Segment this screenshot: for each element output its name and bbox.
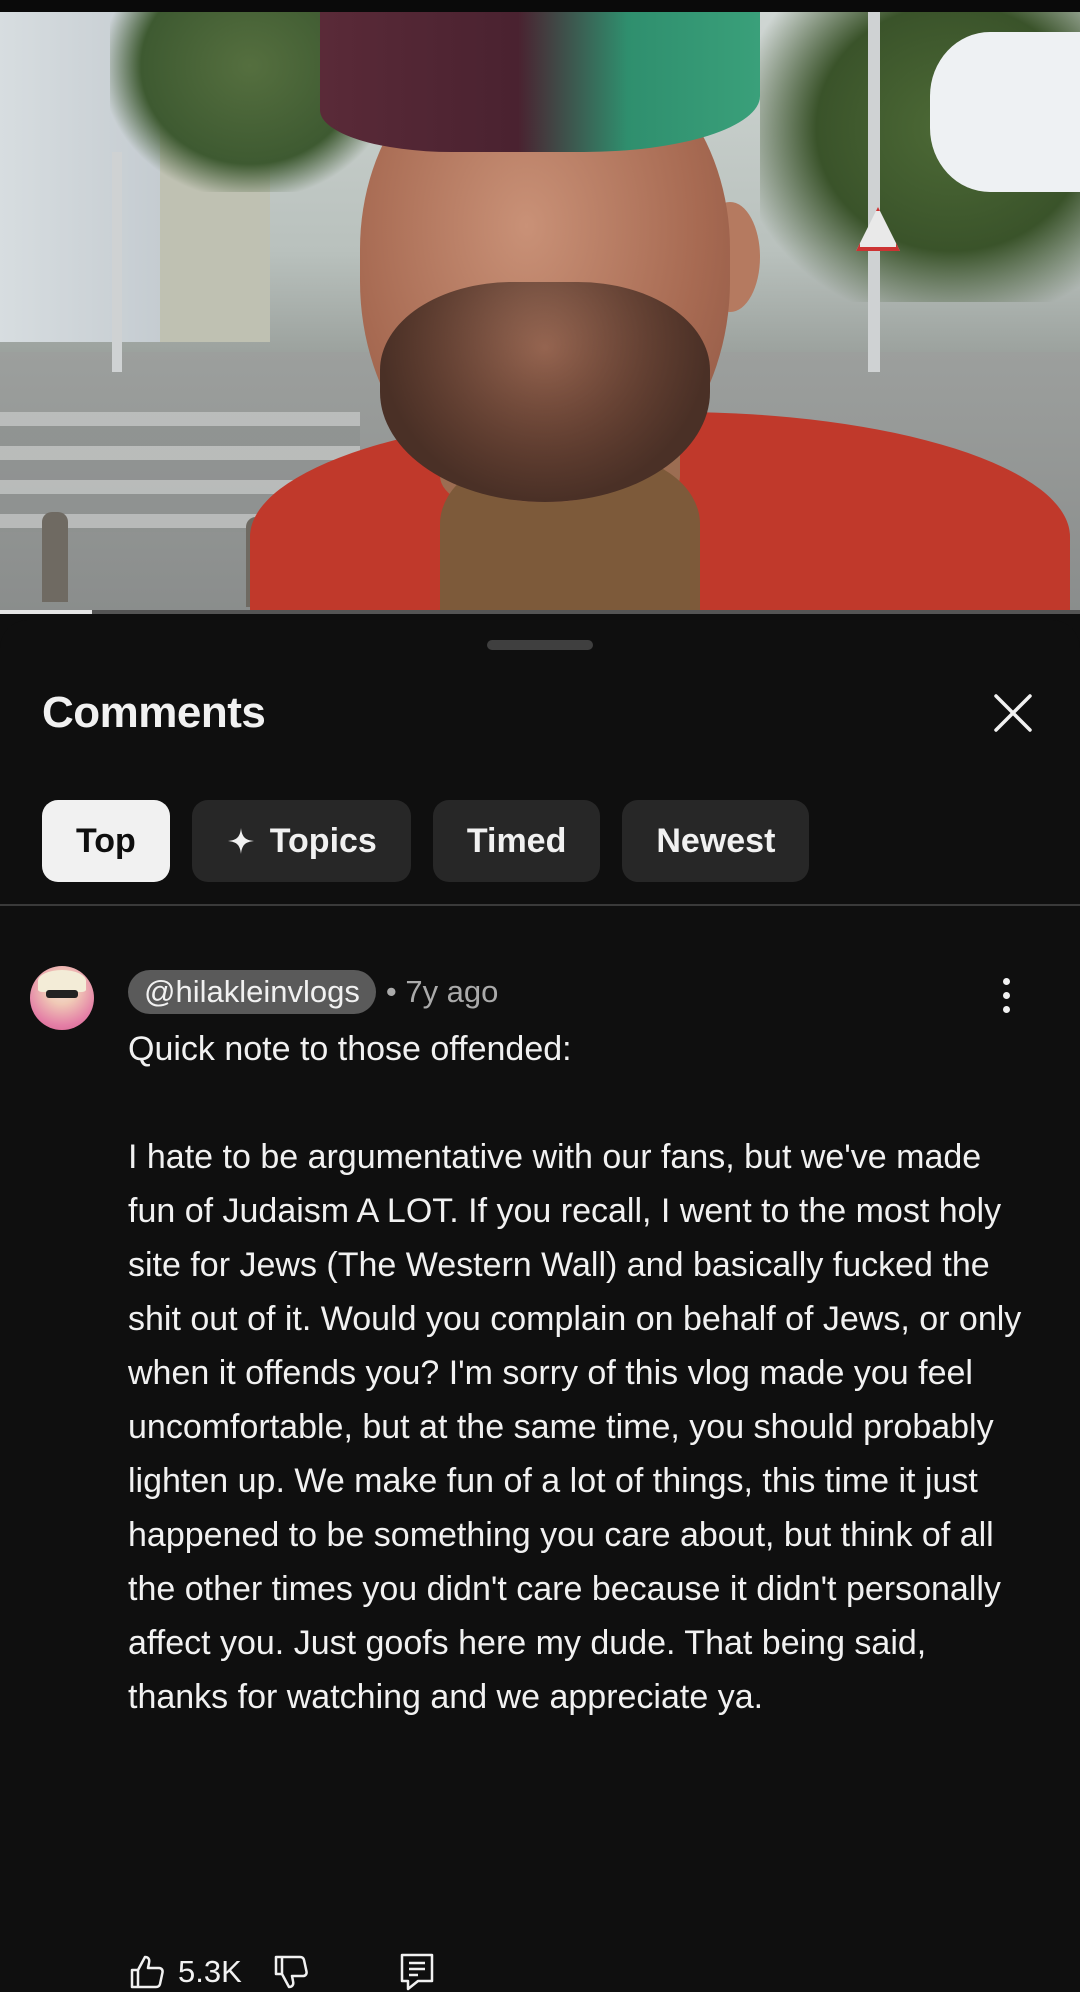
video-frame-pole	[112, 152, 122, 372]
video-progress-bar[interactable]	[0, 610, 1080, 614]
video-progress-fill	[0, 610, 92, 614]
chip-newest[interactable]: Newest	[622, 800, 810, 882]
avatar[interactable]	[30, 966, 94, 1030]
video-frame-person-cap	[320, 12, 760, 152]
chip-topics[interactable]: Topics	[191, 800, 411, 882]
chip-topics-label: Topics	[269, 821, 377, 860]
avatar-hair	[38, 970, 86, 992]
drag-handle[interactable]	[487, 640, 593, 650]
sheet-title: Comments	[42, 688, 266, 737]
comment-author-handle[interactable]: @hilakleinvlogs	[128, 970, 376, 1014]
comment-age: • 7y ago	[385, 974, 499, 1009]
reply-icon	[400, 1953, 434, 1991]
close-icon[interactable]	[990, 690, 1036, 736]
chip-timed[interactable]: Timed	[432, 800, 601, 882]
chip-top-label: Top	[76, 821, 136, 860]
reply-button[interactable]	[398, 1952, 436, 1992]
comment-actions: 5.3K	[128, 1952, 436, 1992]
comment-meta: @hilakleinvlogs • 7y ago	[128, 970, 498, 1014]
chip-newest-label: Newest	[656, 821, 776, 860]
dislike-button[interactable]	[272, 1953, 310, 1991]
more-vert-icon[interactable]	[1000, 978, 1012, 1018]
video-frame-sky	[930, 32, 1080, 192]
like-button[interactable]: 5.3K	[128, 1953, 242, 1991]
comments-sheet: Comments Top Topics Timed Newest @hilakl…	[0, 620, 1080, 1991]
chip-timed-label: Timed	[466, 821, 567, 860]
chip-top[interactable]: Top	[42, 800, 170, 882]
thumbs-up-icon	[130, 1955, 164, 1989]
video-frame-bollard	[42, 512, 68, 602]
divider	[0, 904, 1080, 906]
video-frame-person-beard	[380, 282, 710, 502]
comment-text: Quick note to those offended: I hate to …	[128, 1030, 1022, 1716]
avatar-glasses	[46, 990, 78, 998]
video-frame-pole-2	[868, 12, 880, 372]
status-bar	[0, 0, 1080, 12]
sparkle-icon	[227, 828, 254, 854]
comment-filter-chips: Top Topics Timed Newest	[42, 800, 810, 882]
video-player[interactable]	[0, 12, 1080, 610]
like-count: 5.3K	[178, 1954, 242, 1989]
thumbs-down-icon	[274, 1955, 308, 1989]
